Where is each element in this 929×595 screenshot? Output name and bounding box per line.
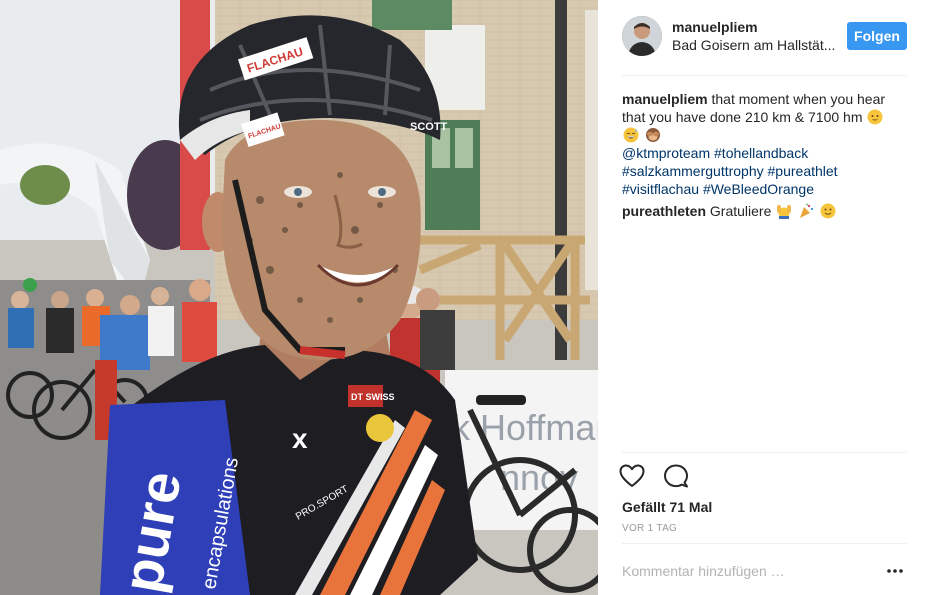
comment-divider bbox=[622, 543, 907, 544]
heart-icon bbox=[619, 464, 645, 487]
jersey-sponsor: DT SWISS bbox=[351, 392, 395, 402]
jersey-team-logo: x bbox=[292, 423, 308, 454]
like-button[interactable] bbox=[618, 462, 646, 490]
hashtag-ktmproteam[interactable]: @ktmproteam bbox=[622, 145, 710, 161]
comment-form bbox=[622, 556, 907, 586]
comment-input[interactable] bbox=[622, 563, 883, 579]
caption: manuelpliem that moment when you hear th… bbox=[622, 90, 907, 198]
hashtag-webleedorange[interactable]: #WeBleedOrange bbox=[703, 181, 814, 197]
helmet-brand: SCOTT bbox=[410, 121, 448, 133]
instagram-post: k Hoffman nnov pure encaps bbox=[0, 0, 929, 595]
action-bar bbox=[618, 462, 706, 490]
more-options-button[interactable] bbox=[883, 559, 907, 583]
ellipsis-icon bbox=[887, 569, 903, 573]
comment-username[interactable]: pureathleten bbox=[622, 203, 706, 219]
see-no-evil-monkey-emoji-icon bbox=[645, 128, 660, 142]
hashtag-tohellandback[interactable]: #tohellandback bbox=[714, 145, 808, 161]
comment-list: manuelpliem that moment when you hear th… bbox=[622, 90, 907, 224]
grinning-sweat-emoji-icon bbox=[623, 127, 639, 143]
post-photo[interactable]: k Hoffman nnov pure encaps bbox=[0, 0, 598, 595]
post-header: manuelpliem Bad Goisern am Hallstät... F… bbox=[622, 16, 907, 56]
comment-icon bbox=[664, 464, 688, 488]
header-location[interactable]: Bad Goisern am Hallstät... bbox=[672, 36, 840, 54]
hashtag-pureathlet[interactable]: #pureathlet bbox=[768, 163, 838, 179]
avatar[interactable] bbox=[622, 16, 662, 56]
hashtag-visitflachau[interactable]: #visitflachau bbox=[622, 181, 699, 197]
caption-username[interactable]: manuelpliem bbox=[622, 91, 708, 107]
photo-illustration: k Hoffman nnov pure encaps bbox=[0, 0, 598, 595]
raising-hands-emoji-icon bbox=[777, 205, 792, 219]
slightly-smiling-face-emoji-icon bbox=[820, 203, 836, 219]
post-timestamp[interactable]: VOR 1 TAG bbox=[622, 523, 677, 534]
smiling-face-emoji-icon bbox=[867, 109, 883, 125]
post-side-panel: manuelpliem Bad Goisern am Hallstät... F… bbox=[598, 0, 929, 595]
comment-text: Gratuliere bbox=[709, 203, 772, 219]
hashtag-salzkammerguttrophy[interactable]: #salzkammerguttrophy bbox=[622, 163, 764, 179]
comment-button[interactable] bbox=[662, 462, 690, 490]
likes-count[interactable]: Gefällt 71 Mal bbox=[622, 498, 712, 516]
follow-button[interactable]: Folgen bbox=[847, 22, 907, 50]
header-divider bbox=[622, 75, 907, 76]
comment-item: pureathleten Gratuliere bbox=[622, 202, 907, 220]
avatar-image bbox=[622, 16, 662, 56]
actions-divider bbox=[622, 452, 907, 453]
party-popper-emoji-icon bbox=[800, 203, 814, 218]
